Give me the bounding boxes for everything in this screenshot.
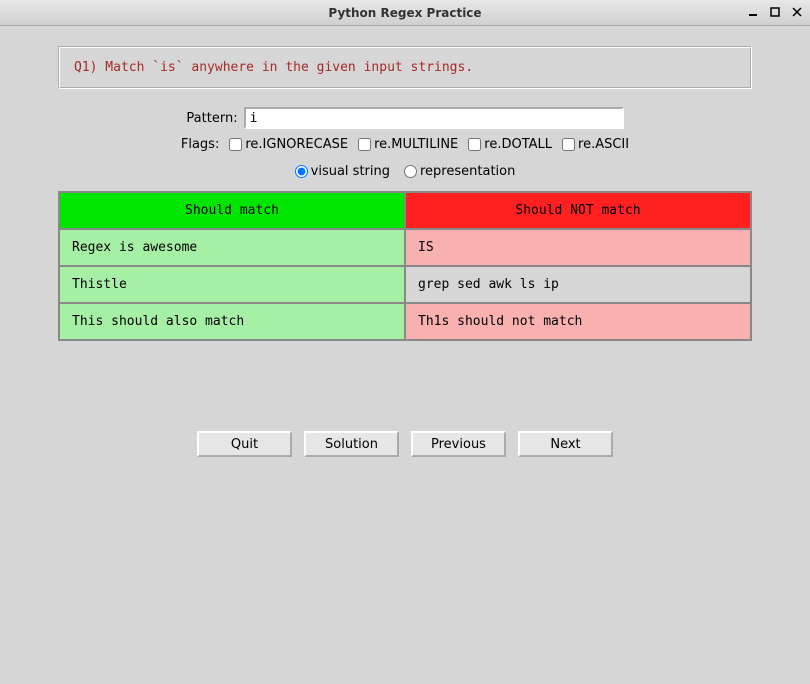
match-table: Should match Should NOT match Regex is a… <box>58 191 752 341</box>
maximize-icon[interactable] <box>766 4 784 20</box>
flag-ascii[interactable]: re.ASCII <box>562 137 629 152</box>
flag-dotall-label: re.DOTALL <box>484 137 552 152</box>
flag-ascii-label: re.ASCII <box>578 137 629 152</box>
view-representation[interactable]: representation <box>404 164 515 179</box>
match-cell: Regex is awesome <box>59 229 405 266</box>
flag-multiline-checkbox[interactable] <box>358 138 371 151</box>
minimize-icon[interactable] <box>744 4 762 20</box>
flags-row: Flags: re.IGNORECASE re.MULTILINE re.DOT… <box>18 137 792 152</box>
flag-multiline-label: re.MULTILINE <box>374 137 458 152</box>
view-visual-string-radio[interactable] <box>295 165 308 178</box>
flag-ignorecase[interactable]: re.IGNORECASE <box>229 137 348 152</box>
question-text: Q1) Match `is` anywhere in the given inp… <box>74 60 473 75</box>
flag-multiline[interactable]: re.MULTILINE <box>358 137 458 152</box>
nomatch-cell: IS <box>405 229 751 266</box>
header-should-match: Should match <box>59 192 405 229</box>
app-body: Q1) Match `is` anywhere in the given inp… <box>0 26 810 477</box>
flag-ignorecase-checkbox[interactable] <box>229 138 242 151</box>
close-icon[interactable] <box>788 4 806 20</box>
nomatch-cell: grep sed awk ls ip <box>405 266 751 303</box>
pattern-input[interactable] <box>244 107 624 129</box>
view-visual-string[interactable]: visual string <box>295 164 390 179</box>
view-representation-radio[interactable] <box>404 165 417 178</box>
view-visual-string-label: visual string <box>311 164 390 179</box>
nomatch-cell: Th1s should not match <box>405 303 751 340</box>
previous-button[interactable]: Previous <box>411 431 506 457</box>
view-mode-row: visual string representation <box>18 164 792 179</box>
pattern-label: Pattern: <box>186 111 237 126</box>
flags-label: Flags: <box>181 137 219 152</box>
match-cell: This should also match <box>59 303 405 340</box>
solution-button[interactable]: Solution <box>304 431 399 457</box>
view-representation-label: representation <box>420 164 515 179</box>
next-button[interactable]: Next <box>518 431 613 457</box>
match-cell: Thistle <box>59 266 405 303</box>
quit-button[interactable]: Quit <box>197 431 292 457</box>
flag-dotall[interactable]: re.DOTALL <box>468 137 552 152</box>
titlebar: Python Regex Practice <box>0 0 810 26</box>
flag-dotall-checkbox[interactable] <box>468 138 481 151</box>
titlebar-controls <box>744 4 806 20</box>
question-frame: Q1) Match `is` anywhere in the given inp… <box>58 46 752 89</box>
pattern-row: Pattern: <box>18 107 792 129</box>
header-should-not-match: Should NOT match <box>405 192 751 229</box>
flag-ignorecase-label: re.IGNORECASE <box>245 137 348 152</box>
flag-ascii-checkbox[interactable] <box>562 138 575 151</box>
window-title: Python Regex Practice <box>328 6 481 20</box>
button-row: Quit Solution Previous Next <box>18 431 792 457</box>
